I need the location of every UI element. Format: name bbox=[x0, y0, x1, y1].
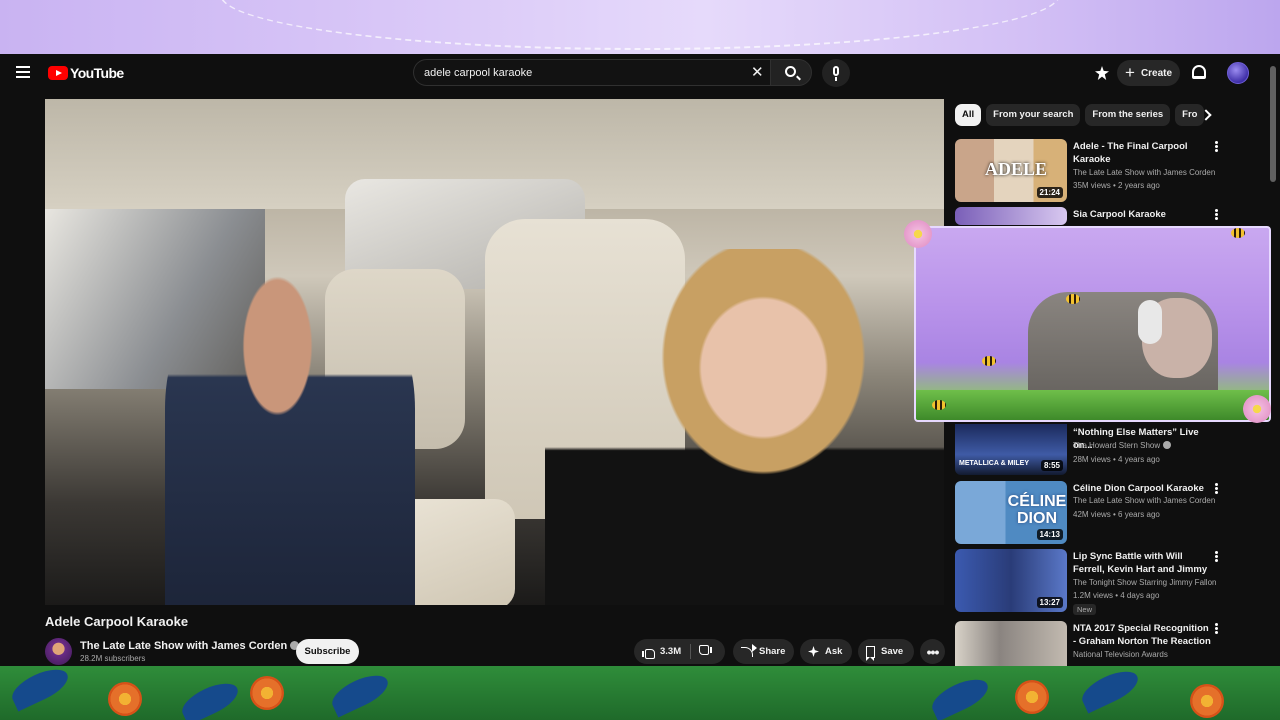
more-icon: ••• bbox=[926, 643, 940, 660]
flower-decoration bbox=[1243, 395, 1271, 423]
menu-icon[interactable] bbox=[16, 66, 30, 78]
youtube-logo-icon bbox=[48, 66, 68, 80]
channel-name-container[interactable]: The Howard Stern Show bbox=[1073, 441, 1223, 450]
search-icon bbox=[785, 66, 796, 77]
kebab-icon[interactable] bbox=[1215, 623, 1219, 635]
list-item[interactable]: Sia Carpool Karaoke bbox=[955, 207, 1230, 227]
thumbnail-text: METALLICA & MILEY bbox=[959, 460, 1029, 467]
channel-name[interactable]: National Television Awards bbox=[1073, 650, 1223, 659]
list-item[interactable]: 13:27 Lip Sync Battle with Will Ferrell,… bbox=[955, 549, 1230, 615]
new-badge: New bbox=[1073, 604, 1097, 615]
subscribe-button[interactable]: Subscribe bbox=[296, 639, 359, 664]
channel-name[interactable]: The Tonight Show Starring Jimmy Fallon bbox=[1073, 578, 1223, 587]
more-actions-button[interactable]: ••• bbox=[920, 639, 945, 664]
dislike-icon[interactable] bbox=[700, 646, 712, 658]
like-icon[interactable] bbox=[642, 646, 655, 659]
channel-name[interactable]: The Late Late Show with James Corden bbox=[1073, 168, 1223, 177]
ask-label: Ask bbox=[825, 646, 843, 657]
video-thumbnail[interactable]: 13:27 bbox=[955, 549, 1067, 612]
video-meta: 35M views • 2 years ago bbox=[1073, 181, 1160, 190]
scrollbar[interactable] bbox=[1270, 66, 1276, 182]
kebab-icon[interactable] bbox=[1215, 209, 1219, 221]
video-meta: 42M views • 6 years ago bbox=[1073, 510, 1160, 519]
chip-all[interactable]: All bbox=[955, 104, 982, 126]
duration-badge: 13:27 bbox=[1036, 597, 1063, 608]
chip-from-the-series[interactable]: From the series bbox=[1085, 104, 1171, 126]
search-input[interactable] bbox=[424, 64, 724, 82]
share-icon bbox=[741, 643, 757, 657]
flower-decoration bbox=[904, 220, 932, 248]
search-button[interactable] bbox=[770, 59, 812, 86]
studio-icon[interactable] bbox=[1095, 66, 1109, 80]
top-bar: YouTube ✕ + Create bbox=[0, 54, 1280, 92]
like-count[interactable]: 3.3M bbox=[660, 646, 681, 657]
avatar[interactable] bbox=[1227, 62, 1249, 84]
video-thumbnail[interactable]: ADELE 21:24 bbox=[955, 139, 1067, 202]
video-thumbnail[interactable]: CÉLINE DION 14:13 bbox=[955, 481, 1067, 544]
list-item[interactable]: NTA 2017 Special Recognition - Graham No… bbox=[955, 621, 1230, 666]
bee-decoration bbox=[1066, 294, 1080, 304]
verified-icon bbox=[1163, 441, 1172, 449]
mic-icon bbox=[833, 66, 839, 76]
share-label: Share bbox=[759, 646, 786, 657]
video-meta: 28M views • 4 years ago bbox=[1073, 455, 1160, 464]
bee-decoration bbox=[982, 356, 996, 366]
save-label: Save bbox=[881, 646, 904, 657]
share-button[interactable]: Share bbox=[733, 639, 794, 664]
duration-badge: 21:24 bbox=[1036, 187, 1063, 198]
logo-text: YouTube bbox=[70, 65, 124, 81]
save-icon bbox=[866, 645, 875, 661]
video-title[interactable]: Lip Sync Battle with Will Ferrell, Kevin… bbox=[1073, 550, 1211, 577]
chip-from-your-search[interactable]: From your search bbox=[986, 104, 1081, 126]
bell-icon[interactable] bbox=[1192, 65, 1206, 79]
create-label: Create bbox=[1140, 67, 1173, 79]
subscriber-count: 28.2M subscribers bbox=[80, 654, 146, 663]
duration-badge: 8:55 bbox=[1040, 460, 1063, 471]
channel-name[interactable]: The Late Late Show with James Corden bbox=[80, 640, 287, 652]
create-button[interactable]: + Create bbox=[1117, 60, 1180, 86]
stream-frame: YouTube ✕ + Create Adele Carpool Karaoke… bbox=[0, 0, 1280, 720]
search-box: ✕ bbox=[413, 59, 770, 86]
webcam-overlay bbox=[914, 226, 1271, 422]
bee-decoration bbox=[932, 400, 946, 410]
duration-badge: 14:13 bbox=[1036, 529, 1063, 540]
list-item[interactable]: ADELE 21:24 Adele - The Final Carpool Ka… bbox=[955, 139, 1230, 203]
video-player[interactable] bbox=[45, 99, 944, 605]
bee-decoration bbox=[1231, 228, 1245, 238]
chevron-right-icon[interactable] bbox=[1199, 108, 1213, 122]
video-meta: 1.2M views • 4 days ago bbox=[1073, 591, 1160, 600]
kebab-icon[interactable] bbox=[1215, 551, 1219, 563]
clear-icon[interactable]: ✕ bbox=[751, 65, 764, 81]
channel-name[interactable]: The Late Late Show with James Corden bbox=[1073, 496, 1223, 505]
list-item[interactable]: CÉLINE DION 14:13 Céline Dion Carpool Ka… bbox=[955, 481, 1230, 545]
filter-chips: All From your search From the series Fro bbox=[955, 104, 1217, 126]
video-title[interactable]: Adele - The Final Carpool Karaoke bbox=[1073, 140, 1211, 166]
video-title: Adele Carpool Karaoke bbox=[45, 614, 189, 629]
channel-name-container[interactable]: The Late Late Show with James Corden bbox=[80, 640, 300, 652]
video-title[interactable]: NTA 2017 Special Recognition - Graham No… bbox=[1073, 622, 1211, 648]
ask-sparkle-icon bbox=[808, 646, 819, 657]
ask-button[interactable]: Ask bbox=[800, 639, 852, 664]
kebab-icon[interactable] bbox=[1215, 141, 1219, 153]
channel-avatar[interactable] bbox=[45, 638, 72, 665]
video-title[interactable]: Céline Dion Carpool Karaoke bbox=[1073, 482, 1211, 495]
overlay-bottom-banner bbox=[0, 666, 1280, 720]
voice-search-button[interactable] bbox=[822, 59, 850, 87]
plus-icon: + bbox=[1125, 63, 1135, 82]
save-button[interactable]: Save bbox=[858, 639, 914, 664]
video-title[interactable]: Sia Carpool Karaoke bbox=[1073, 208, 1211, 221]
thumbnail-text: ADELE bbox=[985, 159, 1048, 179]
overlay-top-banner bbox=[0, 0, 1280, 54]
youtube-logo[interactable]: YouTube bbox=[48, 65, 124, 81]
like-dislike-group: 3.3M bbox=[634, 639, 725, 664]
channel-name[interactable]: The Howard Stern Show bbox=[1073, 441, 1160, 450]
video-thumbnail[interactable] bbox=[955, 621, 1067, 666]
list-item[interactable]: METALLICA & MILEY 8:55 “Nothing Else Mat… bbox=[955, 424, 1230, 476]
video-thumbnail[interactable] bbox=[955, 207, 1067, 225]
video-thumbnail[interactable]: METALLICA & MILEY 8:55 bbox=[955, 424, 1067, 475]
kebab-icon[interactable] bbox=[1215, 483, 1219, 495]
thumbnail-text: CÉLINE DION bbox=[1007, 493, 1067, 527]
